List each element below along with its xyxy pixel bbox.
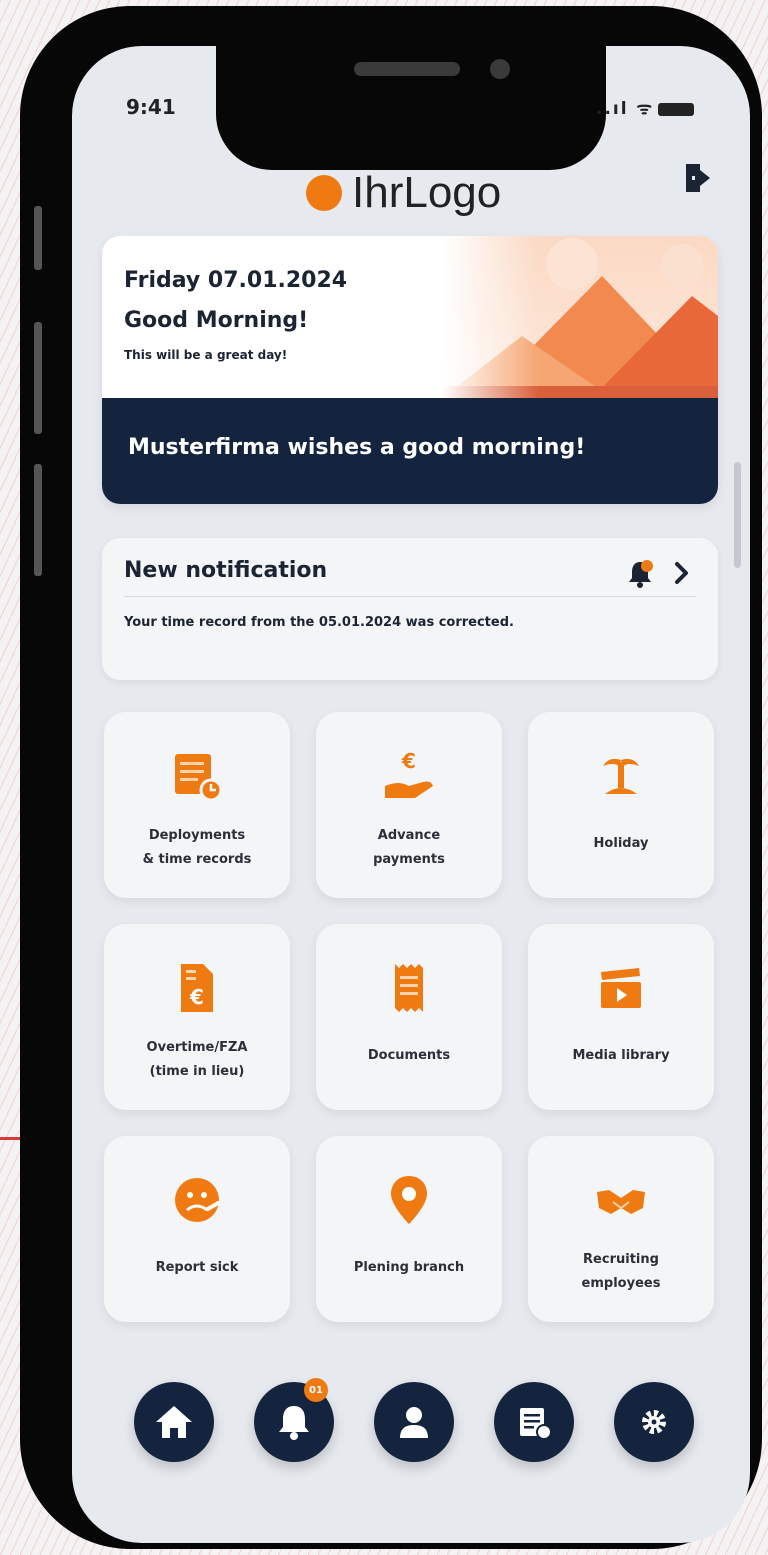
tile-recruiting[interactable]: Recruiting employees bbox=[528, 1136, 714, 1322]
tile-label: Holiday bbox=[593, 836, 649, 851]
tile-overtime[interactable]: € Overtime/FZA (time in lieu) bbox=[104, 924, 290, 1110]
tile-holiday[interactable]: Holiday bbox=[528, 712, 714, 898]
notification-text: Your time record from the 05.01.2024 was… bbox=[124, 615, 514, 630]
signal-wifi-icon: ..ıl ᯤ bbox=[596, 99, 655, 119]
logout-icon[interactable] bbox=[680, 160, 716, 196]
notification-divider bbox=[124, 596, 696, 597]
tile-label: Media library bbox=[572, 1048, 670, 1063]
nav-settings[interactable] bbox=[614, 1382, 694, 1462]
mountain-illustration bbox=[442, 236, 718, 398]
greeting-card: Friday 07.01.2024 Good Morning! This wil… bbox=[102, 236, 718, 504]
handshake-icon bbox=[597, 1190, 645, 1214]
tile-label: Recruiting employees bbox=[581, 1252, 661, 1291]
tile-deployments-time-records[interactable]: Deployments & time records bbox=[104, 712, 290, 898]
gear-icon bbox=[642, 1410, 666, 1434]
svg-text:€: € bbox=[401, 749, 416, 773]
phone-side-button bbox=[34, 206, 42, 270]
phone-volume-down-button bbox=[34, 464, 42, 576]
hero-banner-text: Musterfirma wishes a good morning! bbox=[128, 435, 586, 460]
nav-home[interactable] bbox=[134, 1382, 214, 1462]
status-time: 9:41 bbox=[126, 95, 176, 119]
logo-text: IhrLogo bbox=[352, 168, 502, 217]
receipt-icon bbox=[395, 964, 423, 1012]
time-records-icon bbox=[520, 1408, 552, 1440]
phone-speaker bbox=[354, 62, 460, 76]
phone-camera bbox=[490, 59, 510, 79]
nav-profile[interactable] bbox=[374, 1382, 454, 1462]
tile-label: Report sick bbox=[155, 1260, 239, 1275]
tile-report-sick[interactable]: Report sick bbox=[104, 1136, 290, 1322]
bottom-navigation: 01 bbox=[134, 1378, 694, 1474]
tile-documents[interactable]: Documents bbox=[316, 924, 502, 1110]
logo-dot-icon bbox=[306, 175, 342, 211]
nav-notifications[interactable]: 01 bbox=[254, 1378, 334, 1462]
hero-date: Friday 07.01.2024 bbox=[124, 268, 348, 293]
hero-greeting: Good Morning! bbox=[124, 308, 309, 333]
tile-label: Advance payments bbox=[373, 828, 445, 867]
scrollbar[interactable] bbox=[734, 462, 741, 568]
euro-document-icon: € bbox=[181, 964, 213, 1012]
tile-label: Overtime/FZA (time in lieu) bbox=[146, 1040, 248, 1079]
tile-advance-payments[interactable]: € Advance payments bbox=[316, 712, 502, 898]
home-icon bbox=[156, 1406, 192, 1438]
svg-text:€: € bbox=[189, 985, 204, 1009]
phone-volume-up-button bbox=[34, 322, 42, 434]
hero-subtitle: This will be a great day! bbox=[124, 348, 288, 362]
notification-title: New notification bbox=[124, 558, 328, 583]
nav-records[interactable] bbox=[494, 1382, 574, 1462]
battery-icon bbox=[658, 102, 695, 116]
status-icons: ..ıl ᯤ bbox=[596, 96, 695, 119]
app-logo: IhrLogo bbox=[306, 168, 501, 218]
notification-badge: 01 bbox=[304, 1378, 328, 1402]
chevron-right-icon[interactable] bbox=[670, 558, 694, 588]
tile-label: Documents bbox=[367, 1048, 451, 1063]
clapperboard-icon bbox=[601, 968, 641, 1008]
time-records-icon bbox=[175, 754, 223, 802]
tile-label: Plening branch bbox=[353, 1260, 465, 1275]
user-icon bbox=[400, 1407, 428, 1438]
palm-island-icon bbox=[603, 758, 639, 794]
location-pin-icon bbox=[391, 1176, 427, 1224]
bell-icon bbox=[629, 560, 653, 588]
bell-icon bbox=[279, 1406, 309, 1440]
tile-media-library[interactable]: Media library bbox=[528, 924, 714, 1110]
tile-planning-branch[interactable]: Plening branch bbox=[316, 1136, 502, 1322]
notification-card[interactable]: New notification Your time record from t… bbox=[102, 538, 718, 680]
sick-face-icon bbox=[175, 1178, 221, 1222]
euro-hand-icon: € bbox=[385, 749, 433, 798]
tile-label: Deployments & time records bbox=[142, 828, 252, 867]
hero-banner: Musterfirma wishes a good morning! bbox=[102, 398, 718, 504]
